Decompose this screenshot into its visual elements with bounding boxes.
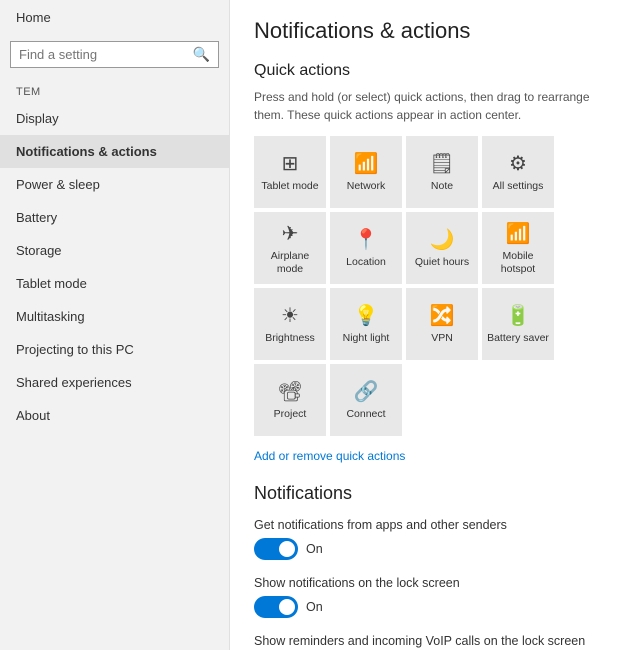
connect-icon: 🔗 <box>354 379 379 404</box>
sidebar-item-tablet-mode[interactable]: Tablet mode <box>0 267 229 300</box>
qa-cell-brightness[interactable]: ☀ Brightness <box>254 288 326 360</box>
toggle-0[interactable] <box>254 538 298 560</box>
toggle-state-label-0: On <box>306 542 323 556</box>
notif-row-label-2: Show reminders and incoming VoIP calls o… <box>254 634 601 648</box>
sidebar-items: DisplayNotifications & actionsPower & sl… <box>0 102 229 432</box>
qa-empty-15 <box>482 364 554 436</box>
toggle-container-0: On <box>254 538 601 560</box>
notif-row-label-0: Get notifications from apps and other se… <box>254 518 601 532</box>
main-content: Notifications & actions Quick actions Pr… <box>230 0 625 650</box>
quiet-hours-icon: 🌙 <box>430 227 455 252</box>
sidebar: Home 🔍 tem DisplayNotifications & action… <box>0 0 230 650</box>
qa-cell-project[interactable]: 📽 Project <box>254 364 326 436</box>
vpn-icon: 🔀 <box>430 303 455 328</box>
quick-actions-description: Press and hold (or select) quick actions… <box>254 88 601 124</box>
qa-label: Network <box>347 180 386 193</box>
sidebar-item-battery[interactable]: Battery <box>0 201 229 234</box>
qa-label: Location <box>346 256 386 269</box>
notif-row-0: Get notifications from apps and other se… <box>254 518 601 560</box>
sidebar-item-projecting-to-this-pc[interactable]: Projecting to this PC <box>0 333 229 366</box>
quick-actions-grid: ⊞ Tablet mode 📶 Network 🗒 Note ⚙ All settings ✈ A… <box>254 136 601 436</box>
sidebar-item-notifications-actions[interactable]: Notifications & actions <box>0 135 229 168</box>
notif-row-2: Show reminders and incoming VoIP calls o… <box>254 634 601 650</box>
notification-rows: Get notifications from apps and other se… <box>254 518 601 650</box>
toggle-thumb-1 <box>279 599 295 615</box>
sidebar-item-display[interactable]: Display <box>0 102 229 135</box>
qa-cell-vpn[interactable]: 🔀 VPN <box>406 288 478 360</box>
search-input[interactable] <box>19 47 189 62</box>
all-settings-icon: ⚙ <box>509 151 527 176</box>
page-title: Notifications & actions <box>254 18 601 44</box>
sidebar-item-multitasking[interactable]: Multitasking <box>0 300 229 333</box>
qa-cell-connect[interactable]: 🔗 Connect <box>330 364 402 436</box>
tablet-mode-icon: ⊞ <box>282 151 299 176</box>
network-icon: 📶 <box>354 151 379 176</box>
night-light-icon: 💡 <box>354 303 379 328</box>
quick-actions-title: Quick actions <box>254 62 601 80</box>
qa-cell-quiet-hours[interactable]: 🌙 Quiet hours <box>406 212 478 284</box>
qa-cell-note[interactable]: 🗒 Note <box>406 136 478 208</box>
qa-label: Tablet mode <box>261 180 318 193</box>
qa-label: Project <box>274 408 307 421</box>
qa-cell-night-light[interactable]: 💡 Night light <box>330 288 402 360</box>
project-icon: 📽 <box>277 379 302 404</box>
qa-cell-tablet-mode[interactable]: ⊞ Tablet mode <box>254 136 326 208</box>
toggle-container-1: On <box>254 596 601 618</box>
toggle-state-label-1: On <box>306 600 323 614</box>
qa-cell-airplane-mode[interactable]: ✈ Airplane mode <box>254 212 326 284</box>
qa-cell-battery-saver[interactable]: 🔋 Battery saver <box>482 288 554 360</box>
location-icon: 📍 <box>354 227 379 252</box>
qa-label: Connect <box>346 408 385 421</box>
brightness-icon: ☀ <box>281 303 299 328</box>
qa-label: Battery saver <box>487 332 549 345</box>
qa-label: Mobile hotspot <box>486 250 550 275</box>
search-icon: 🔍 <box>193 46 210 63</box>
qa-label: Brightness <box>265 332 315 345</box>
add-remove-link[interactable]: Add or remove quick actions <box>254 449 405 463</box>
sidebar-item-about[interactable]: About <box>0 399 229 432</box>
qa-label: VPN <box>431 332 453 345</box>
qa-label: All settings <box>493 180 544 193</box>
toggle-1[interactable] <box>254 596 298 618</box>
qa-cell-location[interactable]: 📍 Location <box>330 212 402 284</box>
qa-label: Note <box>431 180 453 193</box>
qa-cell-all-settings[interactable]: ⚙ All settings <box>482 136 554 208</box>
qa-cell-network[interactable]: 📶 Network <box>330 136 402 208</box>
qa-label: Quiet hours <box>415 256 469 269</box>
airplane-mode-icon: ✈ <box>282 221 299 246</box>
qa-label: Airplane mode <box>258 250 322 275</box>
sidebar-item-power-sleep[interactable]: Power & sleep <box>0 168 229 201</box>
sidebar-search-container: 🔍 <box>10 41 219 68</box>
qa-empty-14 <box>406 364 478 436</box>
notif-row-label-1: Show notifications on the lock screen <box>254 576 601 590</box>
note-icon: 🗒 <box>429 151 454 176</box>
sidebar-item-storage[interactable]: Storage <box>0 234 229 267</box>
notif-row-1: Show notifications on the lock screen On <box>254 576 601 618</box>
sidebar-home[interactable]: Home <box>0 0 229 35</box>
qa-cell-mobile-hotspot[interactable]: 📶 Mobile hotspot <box>482 212 554 284</box>
sidebar-section-label: tem <box>0 78 229 102</box>
toggle-thumb-0 <box>279 541 295 557</box>
notifications-title: Notifications <box>254 483 601 504</box>
sidebar-item-shared-experiences[interactable]: Shared experiences <box>0 366 229 399</box>
battery-saver-icon: 🔋 <box>506 303 531 328</box>
mobile-hotspot-icon: 📶 <box>506 221 531 246</box>
qa-label: Night light <box>343 332 390 345</box>
